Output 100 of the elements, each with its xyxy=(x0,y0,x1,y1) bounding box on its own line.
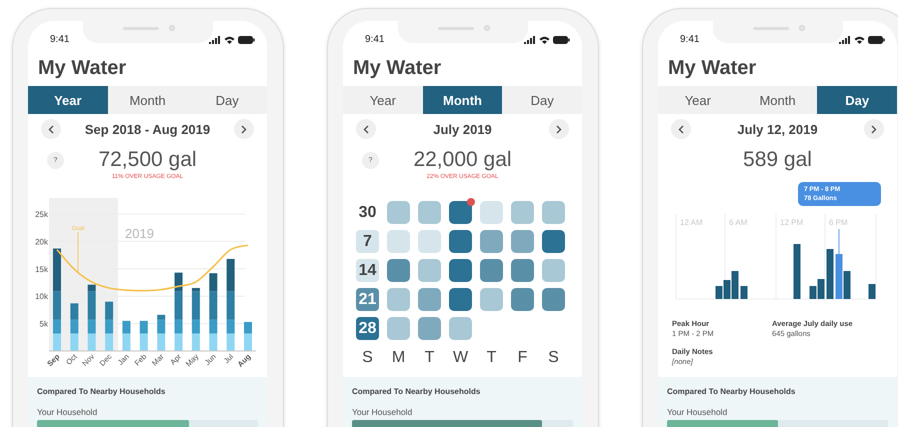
period-label: July 2019 xyxy=(433,122,492,136)
bar-segment xyxy=(192,333,200,351)
day-cell[interactable] xyxy=(449,230,472,253)
y-tick-label: 5k xyxy=(40,320,48,329)
period-tab[interactable]: Month xyxy=(738,86,818,114)
period-tab[interactable]: Month xyxy=(108,86,188,114)
week-label: 28 xyxy=(356,317,379,340)
usage-bar xyxy=(868,284,876,299)
day-cell[interactable] xyxy=(418,201,441,224)
day-cell[interactable] xyxy=(418,230,441,253)
bar-segment xyxy=(174,333,183,351)
chevron-right-icon xyxy=(241,124,247,134)
period-tab[interactable]: Year xyxy=(658,86,738,114)
next-button[interactable] xyxy=(234,119,254,139)
bar-segment xyxy=(226,333,235,351)
weekday-label: S xyxy=(547,348,560,368)
signal-icon xyxy=(839,36,851,44)
day-cell[interactable] xyxy=(387,288,410,311)
period-tab[interactable]: Day xyxy=(187,86,267,114)
weekday-label: S xyxy=(361,348,374,368)
usage-total: 22,000 gal xyxy=(413,148,512,172)
previous-button[interactable] xyxy=(671,119,691,139)
y-tick-label: 20k xyxy=(35,237,48,246)
period-tab[interactable]: Day xyxy=(817,86,897,114)
day-cell[interactable] xyxy=(418,288,441,311)
week-label: 30 xyxy=(358,202,378,222)
chevron-left-icon xyxy=(48,124,54,134)
status-time: 9:41 xyxy=(365,34,384,46)
day-cell[interactable] xyxy=(418,317,441,340)
household-label: Your Household xyxy=(667,406,728,418)
period-label: Sep 2018 - Aug 2019 xyxy=(84,122,210,136)
bar-segment xyxy=(226,258,235,292)
bar-segment xyxy=(88,333,96,351)
chevron-left-icon xyxy=(363,124,369,134)
weekday-label: T xyxy=(424,348,436,368)
day-cell[interactable] xyxy=(418,259,441,282)
y-tick-label: 15k xyxy=(35,264,48,274)
day-cell[interactable] xyxy=(449,288,472,311)
day-cell[interactable] xyxy=(480,201,503,224)
week-label: 21 xyxy=(356,288,379,311)
day-cell[interactable] xyxy=(542,201,565,224)
comparison-title: Compared To Nearby Households xyxy=(667,386,796,398)
wifi-icon xyxy=(539,36,550,44)
previous-button[interactable] xyxy=(356,119,376,139)
period-tab[interactable]: Day xyxy=(502,86,582,114)
chevron-right-icon xyxy=(870,124,877,134)
day-cell[interactable] xyxy=(387,317,410,340)
wifi-icon xyxy=(224,36,235,44)
weekday-label: F xyxy=(516,348,528,368)
day-cell[interactable] xyxy=(511,201,534,224)
day-cell[interactable] xyxy=(542,230,565,253)
day-cell[interactable] xyxy=(480,230,503,253)
battery-icon xyxy=(553,36,570,44)
bar-segment xyxy=(122,320,130,334)
day-cell[interactable] xyxy=(387,230,410,253)
bar-segment xyxy=(105,333,114,351)
week-label: 7 xyxy=(356,230,379,253)
bar-segment xyxy=(122,333,130,351)
next-button[interactable] xyxy=(864,119,884,139)
household-label: Your Household xyxy=(37,406,98,418)
battery-icon xyxy=(238,36,255,44)
day-cell[interactable] xyxy=(480,259,503,282)
period-tab[interactable]: Month xyxy=(422,86,502,114)
day-cell[interactable] xyxy=(511,259,534,282)
status-time: 9:41 xyxy=(50,34,70,46)
signal-icon xyxy=(524,36,536,44)
battery-icon xyxy=(868,36,885,44)
day-cell[interactable] xyxy=(449,201,472,224)
bar-segment xyxy=(140,320,148,334)
chevron-right-icon xyxy=(556,124,562,134)
day-cell[interactable] xyxy=(449,259,472,282)
comparison-title: Compared To Nearby Households xyxy=(352,386,482,398)
previous-button[interactable] xyxy=(41,119,61,139)
y-tick-label: 10k xyxy=(35,292,48,302)
y-tick-label: 25k xyxy=(35,210,48,219)
day-cell[interactable] xyxy=(542,288,565,311)
period-tab[interactable]: Year xyxy=(28,86,108,114)
usage-bar xyxy=(740,286,748,299)
day-cell[interactable] xyxy=(387,201,410,224)
day-cell[interactable] xyxy=(511,230,534,253)
day-cell[interactable] xyxy=(511,288,534,311)
wifi-icon xyxy=(854,36,865,44)
status-time: 9:41 xyxy=(680,34,700,46)
household-label: Your Household xyxy=(352,406,414,418)
app-title: My Water xyxy=(352,56,442,81)
weekday-label: M xyxy=(390,348,406,368)
day-cell[interactable] xyxy=(480,288,503,311)
day-cell[interactable] xyxy=(387,259,410,282)
usage-bar xyxy=(826,249,834,299)
usage-total: 72,500 gal xyxy=(98,148,197,172)
day-cell[interactable] xyxy=(542,259,565,282)
app-title: My Water xyxy=(667,56,756,81)
next-button[interactable] xyxy=(548,119,569,139)
tooltip-line xyxy=(838,228,840,254)
alert-dot xyxy=(467,198,475,206)
period-tab[interactable]: Year xyxy=(343,86,423,114)
day-cell[interactable] xyxy=(449,317,472,340)
chevron-left-icon xyxy=(678,124,684,134)
bar-segment xyxy=(105,302,114,320)
signal-icon xyxy=(209,36,221,44)
